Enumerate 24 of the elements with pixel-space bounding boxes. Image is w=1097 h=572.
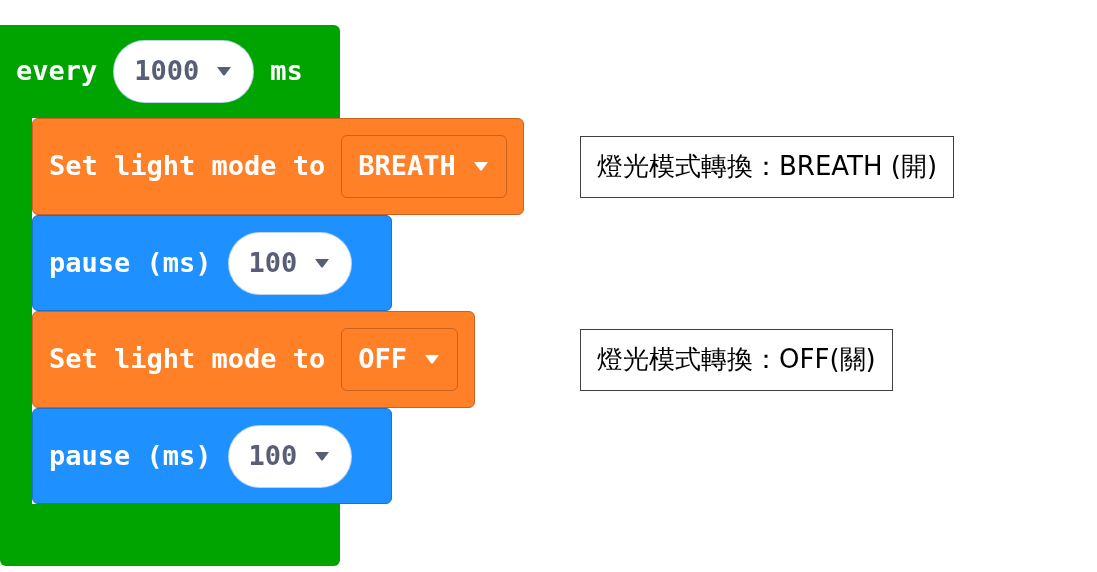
block-label: Set light mode to [49, 342, 326, 377]
number-dropdown[interactable]: 100 [227, 231, 353, 295]
block-label: every [16, 54, 98, 89]
annotation-box: 燈光模式轉換：OFF(關) [580, 328, 893, 391]
annotation-box: 燈光模式轉換：BREATH (開) [580, 135, 955, 198]
number-dropdown[interactable]: 100 [227, 424, 353, 488]
caret-down-icon [313, 450, 332, 462]
dropdown-value: 1000 [134, 54, 200, 89]
loop-block-header[interactable]: every 1000 ms [0, 25, 340, 118]
dropdown-value: 100 [248, 438, 298, 473]
caret-down-icon [313, 257, 332, 269]
pause-block[interactable]: pause (ms) 100 [32, 408, 392, 504]
block-label: pause (ms) [49, 245, 212, 280]
dropdown-value: BREATH [358, 149, 456, 184]
dropdown-value: 100 [248, 245, 298, 280]
pause-block[interactable]: pause (ms) 100 [32, 215, 392, 311]
block-label: pause (ms) [49, 438, 212, 473]
caret-down-icon [471, 161, 490, 172]
dropdown-value: OFF [358, 342, 408, 377]
caret-down-icon [423, 354, 442, 365]
number-dropdown[interactable]: 1000 [113, 40, 255, 103]
unit-label: ms [270, 54, 303, 89]
caret-down-icon [215, 66, 234, 77]
block-label: Set light mode to [49, 149, 326, 184]
